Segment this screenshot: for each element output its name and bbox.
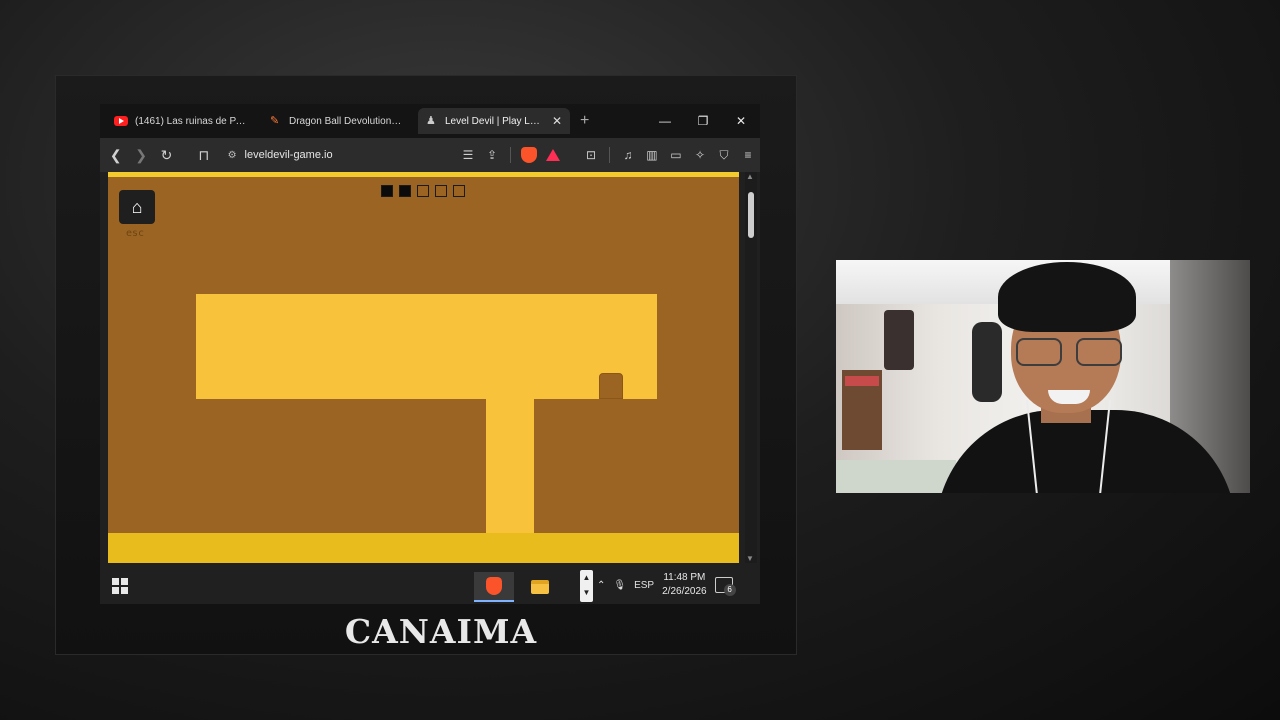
person-hair [998,262,1136,332]
restore-button[interactable]: ❐ [684,104,722,138]
scrollbar-thumb[interactable] [748,192,754,238]
bookmark-icon[interactable]: ⊓ [194,143,213,167]
dragonball-icon: ✎ [270,115,280,127]
scroll-up-icon[interactable]: ▲ [746,172,754,181]
level-progress [381,185,465,197]
tab-label: Level Devil | Play Level [445,115,545,127]
room-bag [884,310,914,370]
reader-mode-icon[interactable]: ☰ [456,143,480,167]
level-devil-icon: ♟ [426,115,436,127]
room-bed [836,460,956,493]
vpn-icon[interactable]: ⛉ [712,143,736,167]
brave-icon [486,577,502,595]
webcam-feed [836,260,1250,493]
site-info-icon[interactable]: ⚙ [228,150,237,161]
url-text: leveldevil-game.io [244,149,333,161]
folder-icon [531,580,549,594]
chevron-up-icon[interactable]: ⌃ [597,580,605,591]
screenshot-icon[interactable]: ⊡ [579,143,603,167]
player-character [599,373,623,399]
punching-bag [972,322,1002,402]
windows-start-icon[interactable] [112,578,128,594]
brand-watermark: CANAIMA [344,612,538,651]
glasses [1016,338,1126,368]
share-icon[interactable]: ⇪ [480,143,504,167]
clock[interactable]: 11:48 PM 2/26/2026 [662,571,707,599]
system-tray: ⌃ 🎙 ESP 11:48 PM 2/26/2026 6 [597,566,736,604]
esc-label: esc [126,228,145,239]
notification-count: 6 [723,584,736,596]
ground [108,533,739,563]
url-actions: ☰ ⇪ ⊡ ♫ ▥ ▭ ✧ ⛉ ≡ [456,143,760,167]
taskbar-file-explorer-button[interactable] [520,572,560,602]
taskbar-scroll-widget[interactable]: ▲ ▼ [580,570,593,602]
divider [509,147,511,163]
tab-youtube[interactable]: (1461) Las ruinas de PABLO [106,108,256,134]
platform-column [486,399,534,539]
youtube-icon [114,116,128,126]
clock-time: 11:48 PM [663,572,706,583]
game-top-border [108,172,739,177]
address-bar: ❮ ❯ ↻ ⊓ ⚙ leveldevil-game.io ☰ ⇪ ⊡ ♫ ▥ ▭… [100,138,760,172]
wallet-icon[interactable]: ▭ [664,143,688,167]
forward-button[interactable]: ❯ [131,143,150,167]
url-field[interactable]: ⚙ leveldevil-game.io [224,144,386,166]
scroll-down-icon[interactable]: ▼ [746,554,754,563]
taskbar-brave-button[interactable] [474,572,514,602]
window-controls: — ❐ ✕ [646,104,760,138]
tab-label: (1461) Las ruinas de PABLO [135,115,248,127]
tab-strip: (1461) Las ruinas de PABLO ✎ Dragon Ball… [100,104,760,138]
tab-level-devil[interactable]: ♟ Level Devil | Play Level ✕ [418,108,570,134]
brave-rewards-icon[interactable] [541,143,565,167]
level-progress-box [435,185,447,197]
sidebar-icon[interactable]: ▥ [640,143,664,167]
new-tab-button[interactable]: + [580,112,589,130]
microphone-icon[interactable]: 🎙 [613,580,626,591]
reload-button[interactable]: ↻ [157,143,176,167]
menu-icon[interactable]: ≡ [736,143,760,167]
level-progress-box [417,185,429,197]
platform-top [196,294,657,399]
home-button[interactable]: ⌂ [119,190,155,224]
minimize-button[interactable]: — [646,104,684,138]
close-button[interactable]: ✕ [722,104,760,138]
game-canvas[interactable]: ⌂ esc [108,172,739,563]
room-shelf [842,370,882,450]
home-icon: ⌂ [131,196,143,217]
music-icon[interactable]: ♫ [616,143,640,167]
taskbar: ▲ ▼ ⌃ 🎙 ESP 11:48 PM 2/26/2026 6 [100,566,760,604]
level-progress-box [399,185,411,197]
scrollbar[interactable]: ▲ ▼ [745,172,757,563]
tab-label: Dragon Ball Devolution - Ti [289,115,404,127]
tab-close-icon[interactable]: ✕ [552,114,562,128]
divider [608,147,610,163]
leo-ai-icon[interactable]: ✧ [688,143,712,167]
back-button[interactable]: ❮ [106,143,125,167]
tab-dragon-ball[interactable]: ✎ Dragon Ball Devolution - Ti [262,108,412,134]
language-indicator[interactable]: ESP [634,580,654,591]
brave-shields-icon[interactable] [517,143,541,167]
notifications-icon[interactable]: 6 [714,577,736,596]
level-progress-box [453,185,465,197]
screen: (1461) Las ruinas de PABLO ✎ Dragon Ball… [100,104,760,604]
clock-date: 2/26/2026 [662,586,707,597]
level-progress-box [381,185,393,197]
